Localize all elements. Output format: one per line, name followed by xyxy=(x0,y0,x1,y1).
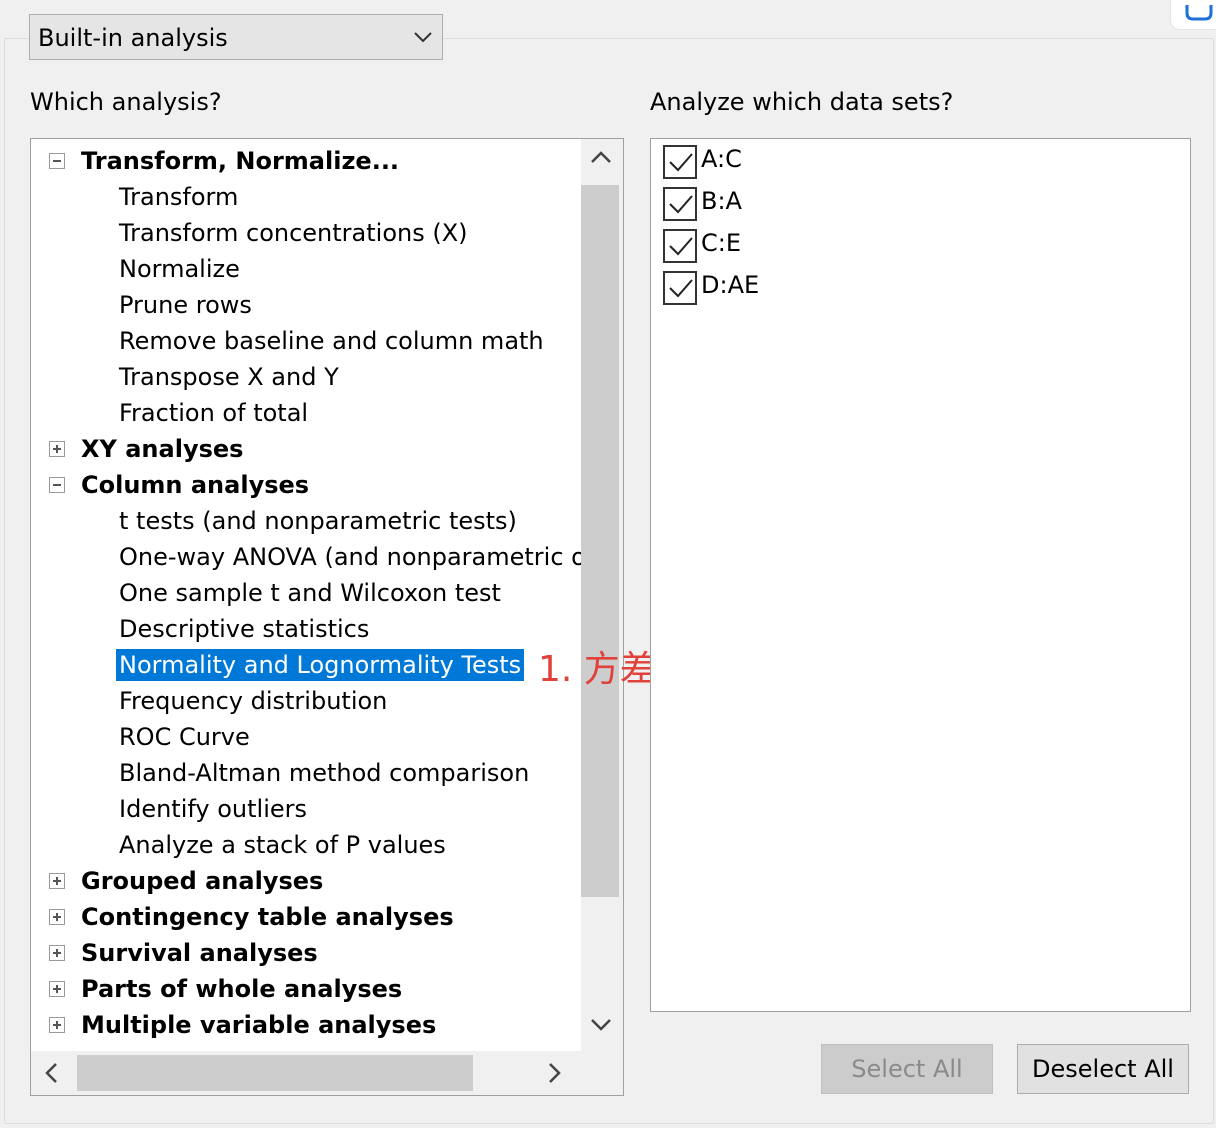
dataset-label: A:C xyxy=(701,145,742,173)
dataset-row[interactable]: C:E xyxy=(663,225,963,265)
tree-category[interactable]: Contingency table analyses xyxy=(31,899,581,935)
tree-item[interactable]: Normalize xyxy=(31,251,581,287)
tree-item[interactable]: Descriptive statistics xyxy=(31,611,581,647)
analysis-tree[interactable]: Transform, Normalize... Transform Transfor… xyxy=(30,138,624,1096)
dataset-row[interactable]: B:A xyxy=(663,183,963,223)
dataset-row[interactable]: A:C xyxy=(663,141,963,181)
dataset-checkbox[interactable] xyxy=(663,229,697,263)
tree-label: Identify outliers xyxy=(119,795,308,823)
tree-label: XY analyses xyxy=(81,435,244,463)
tree-label: Grouped analyses xyxy=(81,867,324,895)
tree-item[interactable]: t tests (and nonparametric tests) xyxy=(31,503,581,539)
chevron-down-icon xyxy=(414,32,432,43)
tree-category[interactable]: Survival analyses xyxy=(31,935,581,971)
tree-item[interactable]: Bland-Altman method comparison xyxy=(31,755,581,791)
expand-icon[interactable] xyxy=(49,1017,65,1033)
dropdown-value: Built-in analysis xyxy=(38,24,228,52)
tree-label: Fraction of total xyxy=(119,399,309,427)
tree-item[interactable]: One-way ANOVA (and nonparametric or xyxy=(31,539,581,575)
tree-label: Descriptive statistics xyxy=(119,615,370,643)
tree-label: Prune rows xyxy=(119,291,252,319)
tree-label: Transform, Normalize... xyxy=(81,147,400,175)
datasets-list[interactable]: A:C B:A C:E D:AE xyxy=(650,138,1191,1012)
tree-item[interactable]: Prune rows xyxy=(31,287,581,323)
tree-label: One sample t and Wilcoxon test xyxy=(119,579,501,607)
tree-label: Parts of whole analyses xyxy=(81,975,403,1003)
tree-item[interactable]: Transpose X and Y xyxy=(31,359,581,395)
tree-label: Column analyses xyxy=(81,471,310,499)
tree-label: Transform concentrations (X) xyxy=(119,219,468,247)
corner-icon[interactable] xyxy=(1170,0,1216,30)
tree-label: t tests (and nonparametric tests) xyxy=(119,507,517,535)
tree-label: ROC Curve xyxy=(119,723,250,751)
tree-item[interactable]: ROC Curve xyxy=(31,719,581,755)
tree-category[interactable]: Column analyses xyxy=(31,467,581,503)
expand-icon[interactable] xyxy=(49,873,65,889)
vertical-scrollbar[interactable] xyxy=(581,139,623,1051)
tree-label: Analyze a stack of P values xyxy=(119,831,446,859)
tree-category[interactable]: Grouped analyses xyxy=(31,863,581,899)
dataset-checkbox[interactable] xyxy=(663,187,697,221)
tree-item[interactable]: Normality and Lognormality Tests xyxy=(31,647,581,683)
dataset-label: C:E xyxy=(701,229,742,257)
which-analysis-label: Which analysis? xyxy=(30,88,222,116)
tree-item[interactable]: One sample t and Wilcoxon test xyxy=(31,575,581,611)
scroll-right-icon[interactable] xyxy=(549,1063,561,1083)
tree-item[interactable]: Transform xyxy=(31,179,581,215)
tree-label: Normality and Lognormality Tests xyxy=(116,649,525,681)
deselect-all-button[interactable]: Deselect All xyxy=(1017,1044,1189,1094)
expand-icon[interactable] xyxy=(49,909,65,925)
analysis-tree-list: Transform, Normalize... Transform Transfor… xyxy=(31,139,581,1051)
tree-label: Multiple variable analyses xyxy=(81,1011,437,1039)
tree-label: Remove baseline and column math xyxy=(119,327,544,355)
tree-item[interactable]: Analyze a stack of P values xyxy=(31,827,581,863)
tree-label: Contingency table analyses xyxy=(81,903,454,931)
tree-label: Transpose X and Y xyxy=(119,363,339,391)
collapse-icon[interactable] xyxy=(49,477,65,493)
tree-category[interactable]: Multiple variable analyses xyxy=(31,1007,581,1043)
tree-label: Survival analyses xyxy=(81,939,318,967)
tree-label: One-way ANOVA (and nonparametric or xyxy=(119,543,581,571)
tree-item[interactable]: Identify outliers xyxy=(31,791,581,827)
dataset-checkbox[interactable] xyxy=(663,145,697,179)
expand-icon[interactable] xyxy=(49,945,65,961)
scroll-up-icon[interactable] xyxy=(591,151,611,163)
dataset-label: B:A xyxy=(701,187,742,215)
select-all-button[interactable]: Select All xyxy=(821,1044,993,1094)
checkmark-icon xyxy=(669,195,693,214)
tree-category[interactable]: Transform, Normalize... xyxy=(31,143,581,179)
checkmark-icon xyxy=(669,279,693,298)
tree-label: Normalize xyxy=(119,255,240,283)
checkmark-icon xyxy=(669,153,693,172)
scroll-left-icon[interactable] xyxy=(45,1063,57,1083)
tree-item[interactable]: Fraction of total xyxy=(31,395,581,431)
expand-icon[interactable] xyxy=(49,441,65,457)
tree-label: Transform xyxy=(119,183,239,211)
analysis-type-dropdown[interactable]: Built-in analysis xyxy=(29,14,443,60)
horizontal-scrollbar[interactable] xyxy=(31,1051,623,1095)
checkmark-icon xyxy=(669,237,693,256)
tree-item[interactable]: Transform concentrations (X) xyxy=(31,215,581,251)
which-datasets-label: Analyze which data sets? xyxy=(650,88,954,116)
dataset-label: D:AE xyxy=(701,271,760,299)
expand-icon[interactable] xyxy=(49,981,65,997)
vertical-scroll-thumb[interactable] xyxy=(581,185,619,897)
dataset-row[interactable]: D:AE xyxy=(663,267,963,307)
dataset-checkbox[interactable] xyxy=(663,271,697,305)
tree-label: Frequency distribution xyxy=(119,687,388,715)
tree-item[interactable]: Remove baseline and column math xyxy=(31,323,581,359)
tree-item[interactable]: Frequency distribution xyxy=(31,683,581,719)
tree-category[interactable]: Parts of whole analyses xyxy=(31,971,581,1007)
collapse-icon[interactable] xyxy=(49,153,65,169)
tree-category[interactable]: XY analyses xyxy=(31,431,581,467)
tree-label: Bland-Altman method comparison xyxy=(119,759,530,787)
scroll-down-icon[interactable] xyxy=(591,1019,611,1031)
horizontal-scroll-thumb[interactable] xyxy=(77,1055,473,1091)
